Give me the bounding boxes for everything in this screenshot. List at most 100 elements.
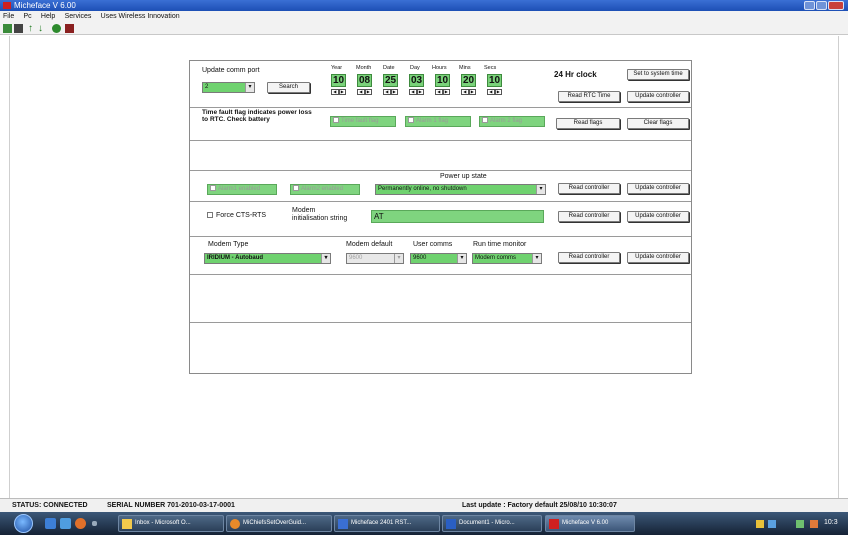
toolbar: ↑ ↓ <box>0 21 848 35</box>
divider <box>190 201 691 202</box>
save-icon[interactable] <box>14 24 23 33</box>
start-button[interactable] <box>14 514 33 533</box>
chevron-down-icon: ▾ <box>532 254 541 263</box>
chip-icon[interactable] <box>3 24 12 33</box>
network-icon[interactable] <box>756 520 764 528</box>
mins-field[interactable]: 20 <box>461 74 476 87</box>
secs-field[interactable]: 10 <box>487 74 502 87</box>
month-field[interactable]: 08 <box>357 74 372 87</box>
exit-icon[interactable] <box>65 24 74 33</box>
read-rtc-time-button[interactable]: Read RTC Time <box>558 91 620 102</box>
clear-flags-button[interactable]: Clear flags <box>627 118 689 129</box>
volume-icon[interactable] <box>768 520 776 528</box>
app-icon <box>3 2 11 9</box>
menu-file[interactable]: File <box>3 13 14 20</box>
checkbox-icon <box>293 185 299 191</box>
chevron-down-icon: ▾ <box>245 83 254 92</box>
update-modem-type-button[interactable]: Update controller <box>627 252 689 263</box>
help-icon[interactable] <box>52 24 61 33</box>
taskbar-item-rst[interactable]: Micheface 2401 RST... <box>334 515 440 532</box>
day-field[interactable]: 03 <box>409 74 424 87</box>
force-cts-checkbox[interactable]: Force CTS-RTS <box>207 212 266 219</box>
month-label: Month <box>356 65 372 71</box>
time-fault-flag-box: Time fault flag <box>330 116 396 127</box>
checkbox-icon <box>408 117 414 123</box>
date-field[interactable]: 25 <box>383 74 398 87</box>
checkbox-icon <box>333 117 339 123</box>
close-button[interactable] <box>827 1 844 10</box>
taskbar-item-inbox[interactable]: Inbox - Microsoft O... <box>118 515 224 532</box>
year-spinner[interactable]: ◀ ▶ <box>331 89 346 95</box>
hours-field[interactable]: 10 <box>435 74 450 87</box>
minimize-button[interactable] <box>804 1 815 10</box>
taskbar: Inbox - Microsoft O... MiChiefsSetOverGu… <box>0 512 848 535</box>
set-system-time-button[interactable]: Set to system time <box>627 69 689 80</box>
user-comms-select[interactable]: 9600 ▾ <box>410 253 467 264</box>
connection-status: STATUS: CONNECTED <box>12 502 88 509</box>
hours-label: Hours <box>432 65 447 71</box>
secs-spinner[interactable]: ◀ ▶ <box>487 89 502 95</box>
comm-port-select[interactable]: 2 ▾ <box>202 82 255 93</box>
alarm1-flag-box: Alarm 1 flag <box>405 116 471 127</box>
mins-label: Mins <box>459 65 471 71</box>
alarm2-enabled-box[interactable]: Alarm2 enabled <box>290 184 360 195</box>
read-power-controller-button[interactable]: Read controller <box>558 183 620 194</box>
year-field[interactable]: 10 <box>331 74 346 87</box>
word-icon <box>446 519 456 529</box>
status-bar: STATUS: CONNECTED SERIAL NUMBER 701-2010… <box>0 498 848 512</box>
menu-pc[interactable]: Pc <box>24 13 32 20</box>
taskbar-item-document1[interactable]: Document1 - Micro... <box>442 515 542 532</box>
taskbar-item-micheface[interactable]: Micheface V 6.00 <box>545 515 635 532</box>
modem-init-input[interactable]: AT <box>371 210 544 223</box>
divider <box>190 274 691 275</box>
menu-help[interactable]: Help <box>41 13 55 20</box>
settings-panel: Update comm port 2 ▾ Search Year Month D… <box>189 60 692 374</box>
day-spinner[interactable]: ◀ ▶ <box>409 89 424 95</box>
comm-port-label: Update comm port <box>202 67 260 74</box>
hours-spinner[interactable]: ◀ ▶ <box>435 89 450 95</box>
read-modem-init-button[interactable]: Read controller <box>558 211 620 222</box>
runtime-monitor-select[interactable]: Modem comms ▾ <box>472 253 542 264</box>
show-desktop-icon[interactable] <box>45 518 56 529</box>
quick-launch-chevron-icon[interactable] <box>92 521 97 526</box>
read-modem-type-button[interactable]: Read controller <box>558 252 620 263</box>
day-label: Day <box>410 65 420 71</box>
date-spinner[interactable]: ◀ ▶ <box>383 89 398 95</box>
year-label: Year <box>331 65 343 71</box>
outlook-icon <box>122 519 132 529</box>
taskbar-item-guide[interactable]: MiChiefsSetOverGuid... <box>226 515 332 532</box>
modem-default-select: 9600 ▾ <box>346 253 404 264</box>
menu-wireless[interactable]: Uses Wireless Innovation <box>101 13 180 20</box>
serial-number: SERIAL NUMBER 701-2010-03-17-0001 <box>107 502 235 509</box>
read-flags-button[interactable]: Read flags <box>556 118 620 129</box>
tray-icon[interactable] <box>796 520 804 528</box>
chevron-down-icon: ▾ <box>394 254 403 263</box>
update-power-controller-button[interactable]: Update controller <box>627 183 689 194</box>
upload-icon[interactable]: ↑ <box>28 24 37 34</box>
maximize-button[interactable] <box>815 1 827 10</box>
last-update: Last update : Factory default 25/08/10 1… <box>462 502 617 509</box>
browser-icon <box>230 519 240 529</box>
download-icon[interactable]: ↓ <box>38 24 47 34</box>
menu-bar: File Pc Help Services Uses Wireless Inno… <box>0 11 848 21</box>
search-button[interactable]: Search <box>267 82 310 93</box>
update-clock-controller-button[interactable]: Update controller <box>627 91 689 102</box>
document-icon <box>338 519 348 529</box>
alarm1-enabled-box[interactable]: Alarm1 enabled <box>207 184 277 195</box>
divider <box>190 170 691 171</box>
power-up-state-select[interactable]: Permanently online, no shutdown ▾ <box>375 184 546 195</box>
browser-icon[interactable] <box>75 518 86 529</box>
mins-spinner[interactable]: ◀ ▶ <box>461 89 476 95</box>
divider <box>190 322 691 323</box>
switch-windows-icon[interactable] <box>60 518 71 529</box>
comm-port-value: 2 <box>205 84 209 90</box>
runtime-monitor-label: Run time monitor <box>473 241 527 248</box>
flags-description: Time fault flag indicates power loss to … <box>202 109 312 123</box>
system-clock[interactable]: 10:3 <box>824 519 838 526</box>
month-spinner[interactable]: ◀ ▶ <box>357 89 372 95</box>
tray-icon[interactable] <box>810 520 818 528</box>
secs-label: Secs <box>484 65 497 71</box>
menu-services[interactable]: Services <box>65 13 92 20</box>
modem-type-select[interactable]: IRIDIUM - Autobaud ▾ <box>204 253 331 264</box>
update-modem-init-button[interactable]: Update controller <box>627 211 689 222</box>
